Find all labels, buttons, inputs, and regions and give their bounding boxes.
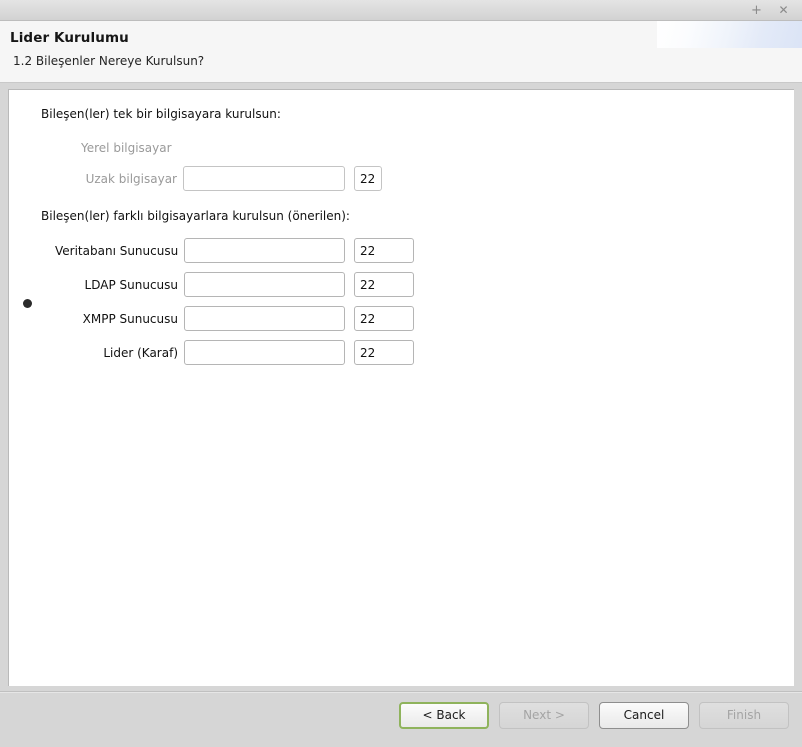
input-lider-karaf-host[interactable]	[184, 340, 345, 365]
content-panel: Bileşen(ler) tek bir bilgisayara kurulsu…	[8, 89, 794, 686]
input-remote-computer-port[interactable]	[354, 166, 382, 191]
window-controls: + ✕	[750, 3, 802, 17]
label-remote-computer: Uzak bilgisayar	[85, 171, 177, 186]
row-database-server: Veritabanı Sunucusu	[55, 238, 414, 263]
wizard-footer: < Back Next > Cancel Finish	[0, 686, 802, 747]
finish-button[interactable]: Finish	[699, 702, 789, 729]
input-ldap-server-host[interactable]	[184, 272, 345, 297]
input-remote-computer-host[interactable]	[183, 166, 345, 191]
wizard-body: Bileşen(ler) tek bir bilgisayara kurulsu…	[0, 83, 802, 686]
maximize-icon[interactable]: +	[750, 4, 763, 17]
input-xmpp-server-host[interactable]	[184, 306, 345, 331]
row-xmpp-server: XMPP Sunucusu	[55, 306, 414, 331]
input-database-server-port[interactable]	[354, 238, 414, 263]
title-bar: + ✕	[0, 0, 802, 21]
wizard-header: Lider Kurulumu 1.2 Bileşenler Nereye Kur…	[0, 21, 802, 83]
back-button[interactable]: < Back	[399, 702, 489, 729]
label-xmpp-server: XMPP Sunucusu	[82, 311, 178, 326]
page-subtitle: 1.2 Bileşenler Nereye Kurulsun?	[13, 54, 205, 68]
close-icon[interactable]: ✕	[777, 3, 790, 17]
option-multi-computer-label[interactable]: Bileşen(ler) farklı bilgisayarlara kurul…	[41, 209, 350, 223]
row-ldap-server: LDAP Sunucusu	[55, 272, 414, 297]
footer-divider	[0, 691, 802, 693]
input-database-server-host[interactable]	[184, 238, 345, 263]
option-single-computer-label[interactable]: Bileşen(ler) tek bir bilgisayara kurulsu…	[41, 107, 281, 121]
header-banner-image	[657, 21, 802, 48]
row-lider-karaf: Lider (Karaf)	[55, 340, 414, 365]
next-button[interactable]: Next >	[499, 702, 589, 729]
label-local-computer: Yerel bilgisayar	[81, 141, 172, 155]
radio-multi-computer[interactable]	[23, 299, 32, 308]
row-local-computer: Yerel bilgisayar	[81, 141, 172, 155]
row-remote-computer: Uzak bilgisayar	[77, 166, 382, 191]
cancel-button[interactable]: Cancel	[599, 702, 689, 729]
label-ldap-server: LDAP Sunucusu	[84, 277, 178, 292]
input-ldap-server-port[interactable]	[354, 272, 414, 297]
label-database-server: Veritabanı Sunucusu	[55, 243, 179, 258]
installer-window: + ✕ Lider Kurulumu 1.2 Bileşenler Nereye…	[0, 0, 802, 747]
input-lider-karaf-port[interactable]	[354, 340, 414, 365]
input-xmpp-server-port[interactable]	[354, 306, 414, 331]
page-title: Lider Kurulumu	[10, 30, 129, 46]
wizard-button-bar: < Back Next > Cancel Finish	[399, 702, 789, 729]
label-lider-karaf: Lider (Karaf)	[103, 345, 178, 360]
